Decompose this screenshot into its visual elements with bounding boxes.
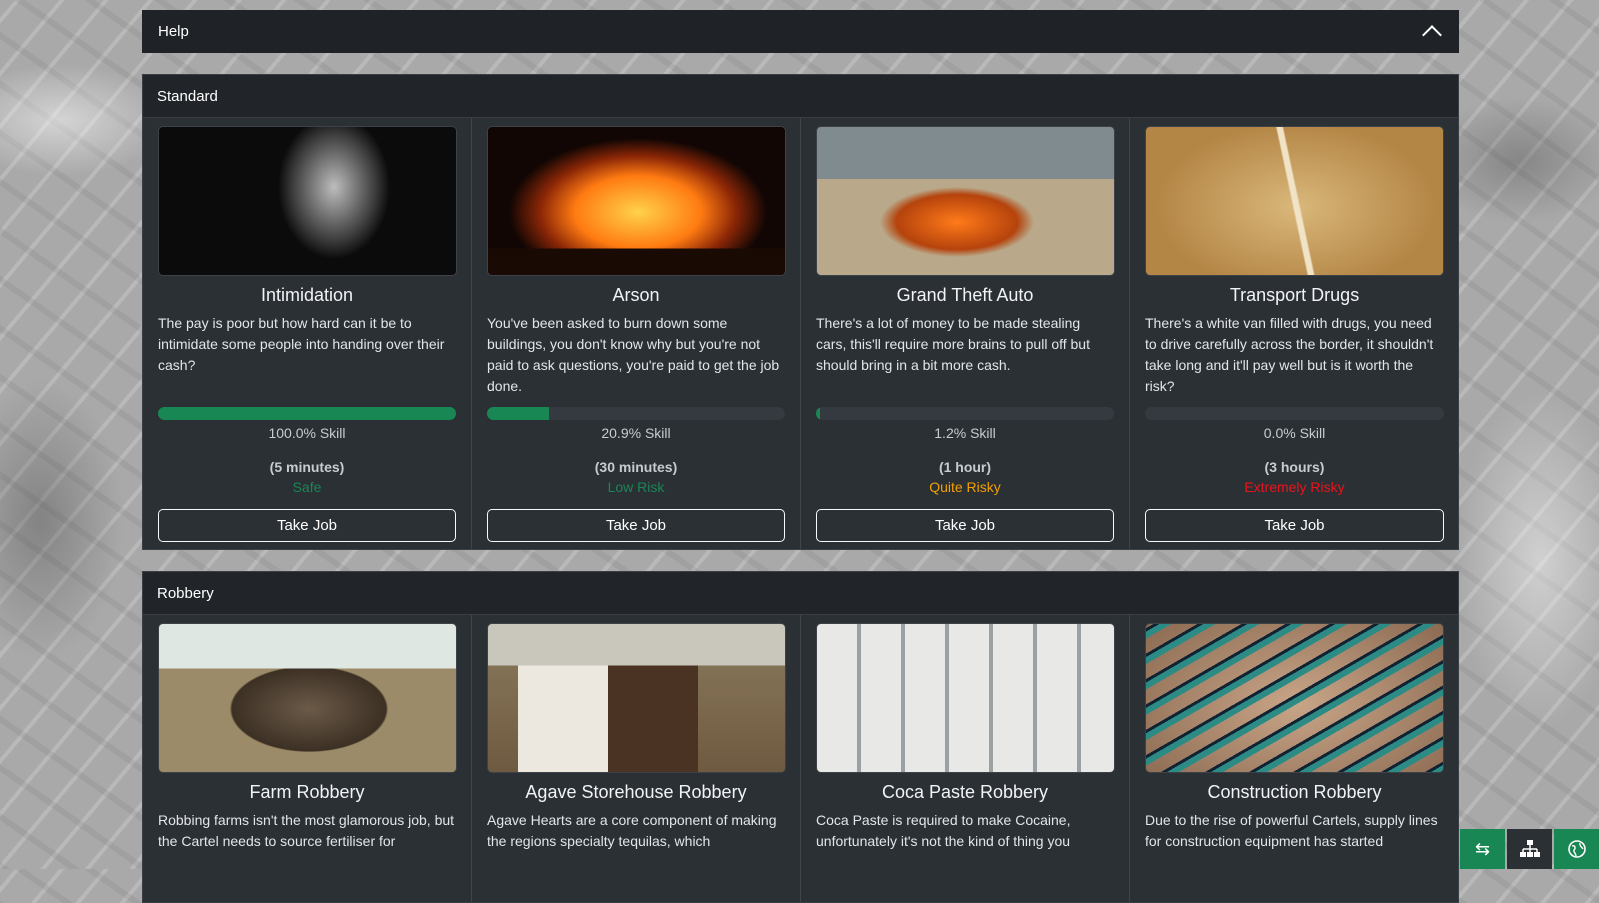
job-title: Coca Paste Robbery [881,782,1049,802]
job-card-construction-robbery: Construction Robbery Due to the rise of … [1130,615,1459,902]
robbery-section: Robbery Farm Robbery Robbing farms isn't… [142,571,1459,903]
swap-icon[interactable]: ⇆ [1460,829,1505,869]
job-duration: (5 minutes) [269,459,345,475]
job-duration: (30 minutes) [594,459,678,475]
help-accordion-header[interactable]: Help [142,10,1459,53]
job-card-transport-drugs: Transport Drugs There's a white van fill… [1130,118,1459,549]
arson-image [487,126,786,276]
take-job-button[interactable]: Take Job [158,509,456,542]
globe-icon[interactable] [1554,829,1599,869]
section-title: Robbery [143,572,1458,615]
take-job-button[interactable]: Take Job [1145,509,1444,542]
job-duration: (1 hour) [938,459,992,475]
farm-robbery-image [158,623,457,773]
section-title: Standard [143,75,1458,118]
job-title: Construction Robbery [1207,782,1382,802]
skill-progress-bar [816,407,1114,420]
job-title: Grand Theft Auto [896,285,1034,305]
job-description: There's a lot of money to be made steali… [816,315,1090,373]
job-card-coca-paste-robbery: Coca Paste Robbery Coca Paste is require… [801,615,1130,902]
standard-section: Standard Intimidation The pay is poor bu… [142,74,1459,550]
job-card-agave-storehouse-robbery: Agave Storehouse Robbery Agave Hearts ar… [472,615,801,902]
construction-image [1145,623,1444,773]
grand-theft-auto-image [816,126,1115,276]
job-card-farm-robbery: Farm Robbery Robbing farms isn't the mos… [143,615,472,902]
skill-text: 100.0% Skill [268,425,346,441]
floating-dock: ⇆ [1458,829,1599,869]
job-card-intimidation: Intimidation The pay is poor but how har… [143,118,472,549]
job-title: Intimidation [260,285,354,305]
job-title: Farm Robbery [249,782,365,802]
risk-level: Quite Risky [929,479,1001,495]
job-duration: (3 hours) [1264,459,1325,475]
risk-level: Extremely Risky [1244,479,1345,495]
job-title: Transport Drugs [1229,285,1360,305]
job-description: Due to the rise of powerful Cartels, sup… [1145,812,1438,849]
coca-paste-image [816,623,1115,773]
skill-progress-bar [1145,407,1444,420]
take-job-button[interactable]: Take Job [487,509,785,542]
help-label: Help [158,23,189,40]
job-card-grand-theft-auto: Grand Theft Auto There's a lot of money … [801,118,1130,549]
sitemap-icon-glyph [1519,840,1540,857]
risk-level: Low Risk [607,479,665,495]
main-container: Help Standard Intimidation The pay is po… [142,10,1459,903]
job-description: Agave Hearts are a core component of mak… [487,812,777,849]
skill-progress-fill [816,407,820,420]
skill-progress-bar [158,407,456,420]
job-description: Robbing farms isn't the most glamorous j… [158,812,455,849]
skill-text: 0.0% Skill [1263,425,1326,441]
job-description: You've been asked to burn down some buil… [487,315,780,394]
skill-text: 1.2% Skill [934,425,996,441]
agave-storehouse-image [487,623,786,773]
job-description: There's a white van filled with drugs, y… [1145,315,1434,394]
job-description: The pay is poor but how hard can it be t… [158,315,445,373]
transport-drugs-image [1145,126,1444,276]
job-title: Arson [612,285,660,305]
skill-text: 20.9% Skill [601,425,671,441]
job-title: Agave Storehouse Robbery [525,782,747,802]
chevron-up-icon[interactable] [1422,24,1442,45]
take-job-button[interactable]: Take Job [816,509,1114,542]
intimidation-image [158,126,457,276]
job-card-arson: Arson You've been asked to burn down som… [472,118,801,549]
skill-progress-fill [158,407,456,420]
sitemap-icon[interactable] [1507,829,1552,869]
skill-progress-bar [487,407,785,420]
globe-icon-glyph [1567,840,1586,858]
risk-level: Safe [292,479,322,495]
skill-progress-fill [487,407,550,420]
job-description: Coca Paste is required to make Cocaine, … [816,812,1071,849]
